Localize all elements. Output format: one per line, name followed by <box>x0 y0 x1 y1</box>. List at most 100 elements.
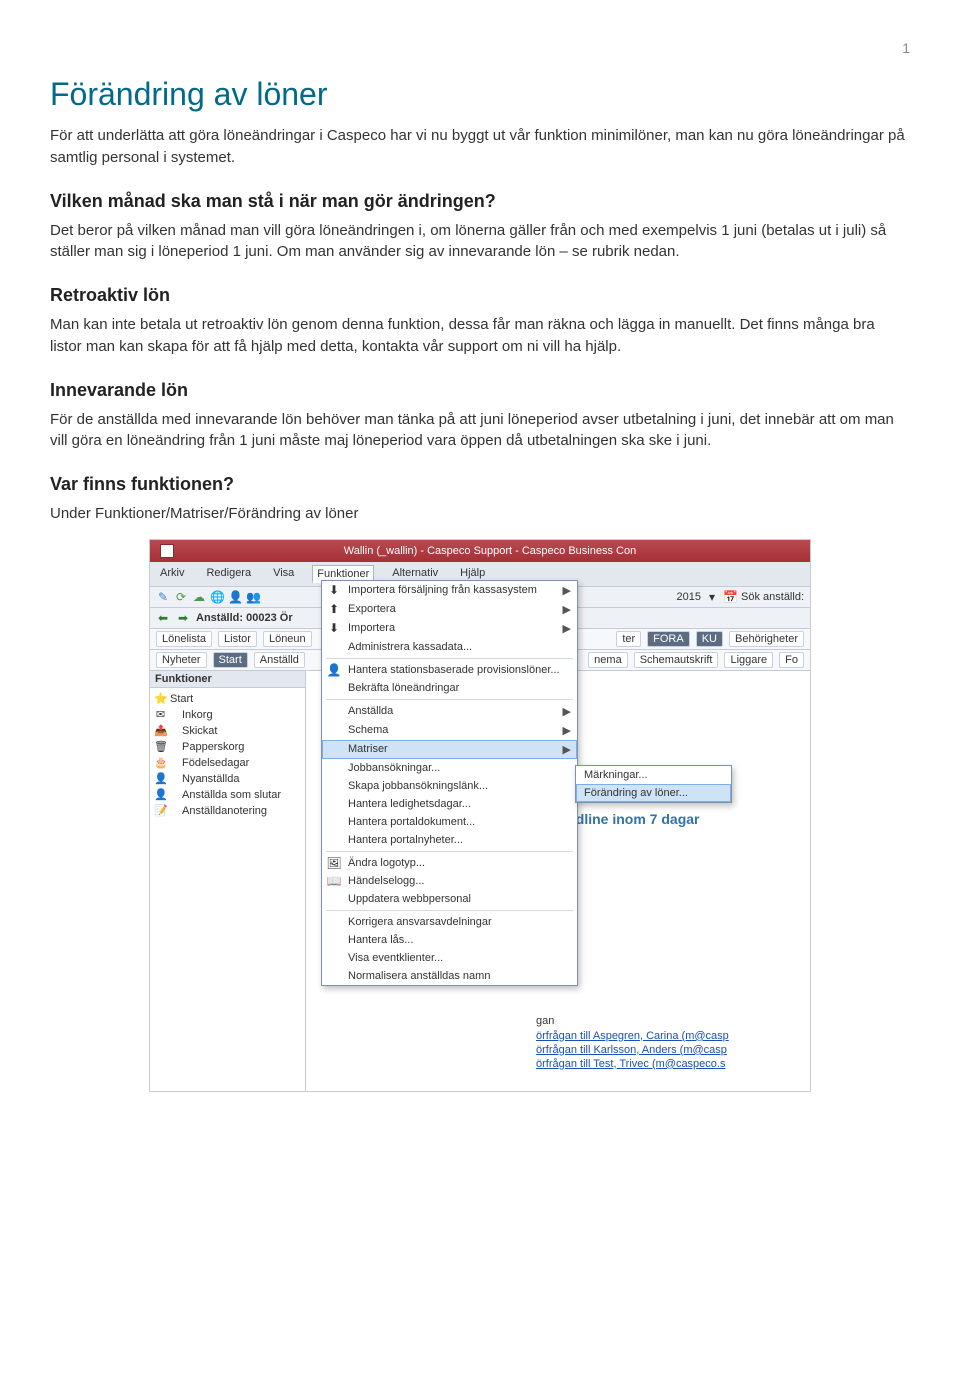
menu-item-label: Händelselogg... <box>348 875 424 887</box>
menu-item[interactable]: ⬇Importera▶ <box>322 619 577 638</box>
tree-item-icon: 👤 <box>154 772 167 785</box>
menu-redigera[interactable]: Redigera <box>202 565 255 583</box>
tree-item[interactable]: 📝Anställdanotering <box>154 803 301 819</box>
calendar-icon[interactable]: 📅 <box>723 590 737 604</box>
menu-item-label: Ändra logotyp... <box>348 857 425 869</box>
menu-item-icon: 📖 <box>326 874 342 888</box>
menu-item[interactable]: Matriser▶ <box>322 740 577 759</box>
submenu-arrow-icon: ▶ <box>563 584 571 597</box>
tree-item[interactable]: ✉Inkorg <box>154 707 301 723</box>
wand-icon[interactable]: ✎ <box>156 590 170 604</box>
menu-item[interactable]: Bekräfta löneändringar <box>322 679 577 697</box>
heading-retro: Retroaktiv lön <box>50 285 910 306</box>
link-1[interactable]: örfrågan till Aspegren, Carina (m@casp <box>536 1029 729 1043</box>
menu-item-label: Anställda <box>348 705 393 717</box>
menu-item[interactable]: ⬆Exportera▶ <box>322 600 577 619</box>
globe-icon[interactable]: 🌐 <box>210 590 224 604</box>
menu-visa[interactable]: Visa <box>269 565 298 583</box>
tab-fora[interactable]: FORA <box>647 631 690 647</box>
menu-item[interactable]: Hantera portalnyheter... <box>322 831 577 849</box>
menu-item[interactable]: Normalisera anställdas namn <box>322 967 577 985</box>
window-titlebar: Wallin (_wallin) - Caspeco Support - Cas… <box>150 540 810 562</box>
menu-item[interactable]: Schema▶ <box>322 721 577 740</box>
forward-icon[interactable]: ➡ <box>176 611 190 625</box>
tab-nyheter[interactable]: Nyheter <box>156 652 207 668</box>
menu-separator <box>326 851 573 852</box>
tree-item-icon: 📤 <box>154 724 167 737</box>
menu-item[interactable]: 📖 Händelselogg... <box>322 872 577 890</box>
tree-item-icon: 📝 <box>154 804 167 817</box>
refresh-icon[interactable]: ⟳ <box>174 590 188 604</box>
menu-item[interactable]: ⬇Importera försäljning från kassasystem▶ <box>322 581 577 600</box>
tab-ter[interactable]: ter <box>616 631 641 647</box>
menu-item[interactable]: Hantera ledighetsdagar... <box>322 795 577 813</box>
window-title: Wallin (_wallin) - Caspeco Support - Cas… <box>180 545 800 557</box>
submenu-markningar[interactable]: Märkningar... <box>576 766 731 784</box>
menu-item-icon: ⬆ <box>326 602 342 616</box>
tab-listor[interactable]: Listor <box>218 631 257 647</box>
dropdown-icon[interactable]: ▾ <box>705 590 719 604</box>
menu-item[interactable]: 👤 Hantera stationsbaserade provisionslöne… <box>322 661 577 679</box>
menu-item[interactable]: Visa eventklienter... <box>322 949 577 967</box>
menu-item-icon: 🖼 <box>326 856 342 870</box>
tree-item[interactable]: 🗑Papperskorg <box>154 739 301 755</box>
menu-item[interactable]: Administrera kassadata... <box>322 638 577 656</box>
tree-item[interactable]: 📤Skickat <box>154 723 301 739</box>
tab-nema[interactable]: nema <box>588 652 628 668</box>
menu-item-icon: ⬇ <box>326 583 342 597</box>
tab-lonelista[interactable]: Lönelista <box>156 631 212 647</box>
menu-item[interactable]: Korrigera ansvarsavdelningar <box>322 913 577 931</box>
back-icon[interactable]: ⬅ <box>156 611 170 625</box>
tab-anstalld[interactable]: Anställd <box>254 652 305 668</box>
user-icon[interactable]: 👤 <box>228 590 242 604</box>
menu-item[interactable]: Jobbansökningar... <box>322 759 577 777</box>
tree-item[interactable]: 👤Nyanställda <box>154 771 301 787</box>
menu-item-label: Hantera ledighetsdagar... <box>348 798 471 810</box>
menu-item-label: Jobbansökningar... <box>348 762 440 774</box>
tab-ku[interactable]: KU <box>696 631 723 647</box>
tab-start[interactable]: Start <box>213 652 248 668</box>
deadline-text: adline inom 7 dagar <box>568 811 699 827</box>
menu-item-label: Hantera lås... <box>348 934 413 946</box>
submenu-forandring-av-loner[interactable]: Förändring av löner... <box>576 784 731 802</box>
submenu-arrow-icon: ▶ <box>563 603 571 616</box>
menu-item-label: Importera <box>348 622 395 634</box>
link-3[interactable]: örfrågan till Test, Trivec (m@caspeco.s <box>536 1057 729 1071</box>
menu-separator <box>326 910 573 911</box>
tab-fo[interactable]: Fo <box>779 652 804 668</box>
app-window: Wallin (_wallin) - Caspeco Support - Cas… <box>149 539 811 1092</box>
menu-item-label: Hantera portaldokument... <box>348 816 475 828</box>
menu-item-label: Uppdatera webbpersonal <box>348 893 471 905</box>
window-icon <box>160 544 174 558</box>
menu-item[interactable]: Hantera lås... <box>322 931 577 949</box>
menu-item[interactable]: Uppdatera webbpersonal <box>322 890 577 908</box>
menu-item-icon: 👤 <box>326 663 342 677</box>
menu-item-icon: ⬇ <box>326 621 342 635</box>
menu-item[interactable]: Skapa jobbansökningslänk... <box>322 777 577 795</box>
paragraph-retro: Man kan inte betala ut retroaktiv lön ge… <box>50 314 910 358</box>
link-2[interactable]: örfrågan till Karlsson, Anders (m@casp <box>536 1043 729 1057</box>
menu-item-label: Hantera stationsbaserade provisionslöner… <box>348 664 560 676</box>
tab-loneun[interactable]: Löneun <box>263 631 312 647</box>
matriser-submenu: Märkningar... Förändring av löner... <box>575 765 732 803</box>
tree-item[interactable]: ⭐Start <box>154 691 301 707</box>
sync-icon[interactable]: ☁ <box>192 590 206 604</box>
tree-item[interactable]: 👤Anställda som slutar <box>154 787 301 803</box>
heading-where: Var finns funktionen? <box>50 474 910 495</box>
tab-liggare[interactable]: Liggare <box>724 652 773 668</box>
submenu-arrow-icon: ▶ <box>563 705 571 718</box>
menu-item[interactable]: Hantera portaldokument... <box>322 813 577 831</box>
tree-item[interactable]: 🎂Födelsedagar <box>154 755 301 771</box>
tree-item-icon: 👤 <box>154 788 167 801</box>
funktioner-menu: ⬇Importera försäljning från kassasystem▶… <box>321 580 578 986</box>
menu-item-label: Administrera kassadata... <box>348 641 472 653</box>
users-icon[interactable]: 👥 <box>246 590 260 604</box>
menu-item[interactable]: 🖼 Ändra logotyp... <box>322 854 577 872</box>
tab-behorigheter[interactable]: Behörigheter <box>729 631 804 647</box>
employee-label: Anställd: 00023 Ör <box>196 612 293 624</box>
menu-arkiv[interactable]: Arkiv <box>156 565 188 583</box>
tab-schemautskrift[interactable]: Schemautskrift <box>634 652 719 668</box>
menu-separator <box>326 658 573 659</box>
menu-item-label: Korrigera ansvarsavdelningar <box>348 916 492 928</box>
menu-item[interactable]: Anställda ▶ <box>322 702 577 721</box>
